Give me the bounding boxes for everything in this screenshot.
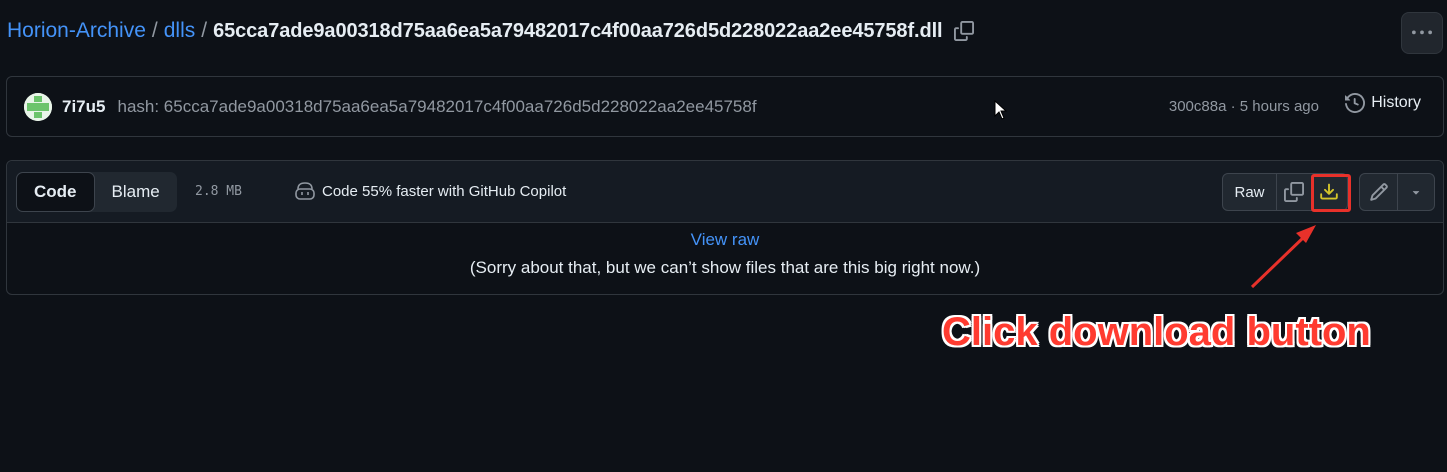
identicon-icon xyxy=(24,92,52,121)
breadcrumb: Horion-Archive / dlls / 65cca7ade9a00318… xyxy=(7,19,975,43)
commit-author[interactable]: 7i7u5 xyxy=(62,97,105,117)
copilot-promo-link[interactable]: Code 55% faster with GitHub Copilot xyxy=(294,181,566,201)
more-options-button[interactable] xyxy=(1401,12,1443,54)
triangle-down-icon xyxy=(1412,191,1420,195)
breadcrumb-separator: / xyxy=(151,19,158,42)
view-raw-link[interactable]: View raw xyxy=(691,230,760,250)
copilot-icon xyxy=(295,182,315,200)
edit-file-button[interactable] xyxy=(1360,174,1398,210)
copy-icon xyxy=(1284,182,1304,202)
page: Horion-Archive / dlls / 65cca7ade9a00318… xyxy=(0,0,1447,472)
file-too-big-message: (Sorry about that, but we can’t show fil… xyxy=(469,258,981,277)
breadcrumb-repo-link[interactable]: Horion-Archive xyxy=(7,19,146,43)
download-icon xyxy=(1320,183,1338,200)
tab-blame[interactable]: Blame xyxy=(95,172,177,212)
commit-meta[interactable]: 300c88a · 5 hours ago xyxy=(1169,98,1319,115)
commit-message[interactable]: hash: 65cca7ade9a00318d75aa6ea5a79482017… xyxy=(117,97,756,117)
pencil-icon xyxy=(1369,183,1388,201)
copy-raw-button[interactable] xyxy=(1277,174,1311,210)
raw-button[interactable]: Raw xyxy=(1223,174,1277,210)
edit-dropdown-button[interactable] xyxy=(1398,174,1434,210)
file-actions-group: Raw xyxy=(1222,173,1348,211)
avatar[interactable] xyxy=(24,92,52,121)
kebab-horizontal-icon xyxy=(1412,30,1432,35)
breadcrumb-file-name: 65cca7ade9a00318d75aa6ea5a79482017c4f00a… xyxy=(213,19,943,42)
file-body: View raw (Sorry about that, but we can’t… xyxy=(7,223,1443,278)
history-button[interactable]: History xyxy=(1345,93,1421,113)
breadcrumb-folder-link[interactable]: dlls xyxy=(164,19,196,43)
tab-code[interactable]: Code xyxy=(16,172,95,212)
annotation-text: Click download button xyxy=(942,310,1371,354)
file-size: 2.8 MB xyxy=(195,184,242,199)
code-blame-toggle: Code Blame xyxy=(16,172,177,212)
edit-actions-group xyxy=(1359,173,1435,211)
file-header: Code Blame 2.8 MB Code 55% faster with G… xyxy=(7,161,1443,223)
latest-commit-box: 7i7u5 hash: 65cca7ade9a00318d75aa6ea5a79… xyxy=(6,76,1444,137)
history-icon xyxy=(1345,93,1366,113)
mouse-cursor-icon xyxy=(994,100,1008,120)
download-raw-button[interactable] xyxy=(1311,174,1347,210)
breadcrumb-separator: / xyxy=(201,19,208,42)
file-view: Code Blame 2.8 MB Code 55% faster with G… xyxy=(6,160,1444,295)
copy-path-button[interactable] xyxy=(953,20,975,42)
copilot-promo-text: Code 55% faster with GitHub Copilot xyxy=(322,182,567,200)
history-label: History xyxy=(1371,94,1421,111)
copy-icon xyxy=(953,21,974,41)
